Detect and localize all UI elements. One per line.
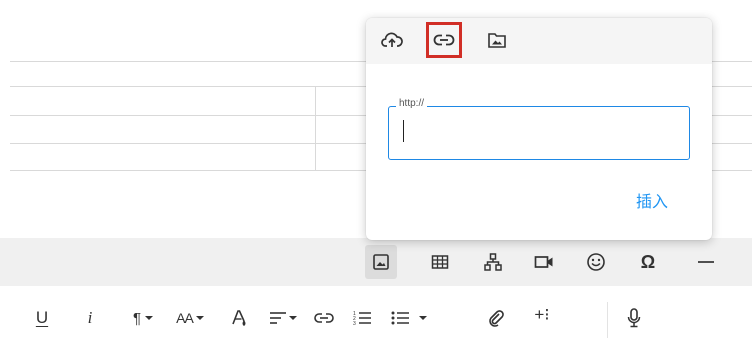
caret-down-icon [145,316,154,320]
attachment-button[interactable] [484,303,508,333]
folder-image-icon [488,33,506,48]
unordered-list-icon [391,311,409,325]
url-field-label: http:// [396,98,428,109]
caret-down-icon [195,316,204,320]
insert-image-button[interactable] [365,245,397,279]
font-size-icon: AA [176,310,194,326]
special-char-icon: Ω [640,251,656,272]
plus-icon: +⁝ [534,305,550,324]
underline-button[interactable]: U [30,303,54,333]
ordered-list-button[interactable]: 1 2 3 [350,303,374,333]
tab-link[interactable] [426,22,462,58]
caret-down-icon [288,316,297,320]
video-icon [534,256,553,268]
text-cursor [403,120,404,142]
more-options-button[interactable]: +⁝ [524,300,560,330]
paragraph-format-button[interactable]: ¶ [126,303,160,333]
insert-link-button[interactable] [312,303,336,333]
italic-button[interactable]: i [80,303,100,333]
microphone-icon [627,308,641,328]
paragraph-icon: ¶ [132,309,142,327]
insert-diagram-button[interactable] [477,245,509,279]
horizontal-line-icon [698,261,714,263]
insert-link-popup: http:// 插入 [366,18,712,240]
insert-video-button[interactable] [528,245,560,279]
link-icon [433,34,455,46]
svg-text:3: 3 [353,321,356,326]
popup-tab-bar [366,18,712,64]
table-icon [431,255,449,269]
unordered-list-button[interactable] [386,303,432,333]
align-button[interactable] [266,303,300,333]
tab-file-manager[interactable] [479,22,515,58]
text-color-button[interactable] [226,303,252,333]
sitemap-icon [484,253,502,271]
microphone-button[interactable] [622,303,646,333]
toolbar-divider [607,302,608,338]
url-input[interactable] [406,118,676,144]
underline-icon: U [35,308,49,327]
insert-horizontal-line-button[interactable] [690,245,722,279]
insert-table-button[interactable] [424,245,456,279]
align-left-icon [269,312,286,324]
ordered-list-icon: 1 2 3 [353,311,371,326]
image-icon [373,254,389,270]
font-size-button[interactable]: AA [170,303,210,333]
insert-emoji-button[interactable] [580,245,612,279]
emoji-icon [587,253,605,271]
caret-down-icon [419,316,427,320]
text-color-icon [232,310,246,326]
paperclip-icon [489,310,504,327]
link-icon [314,313,334,323]
tab-upload[interactable] [374,22,410,58]
insert-button[interactable]: 插入 [636,188,668,212]
italic-icon: i [87,308,93,327]
table-column-divider [315,86,316,170]
insert-special-char-button[interactable]: Ω [632,245,664,279]
upload-cloud-icon [381,32,403,47]
